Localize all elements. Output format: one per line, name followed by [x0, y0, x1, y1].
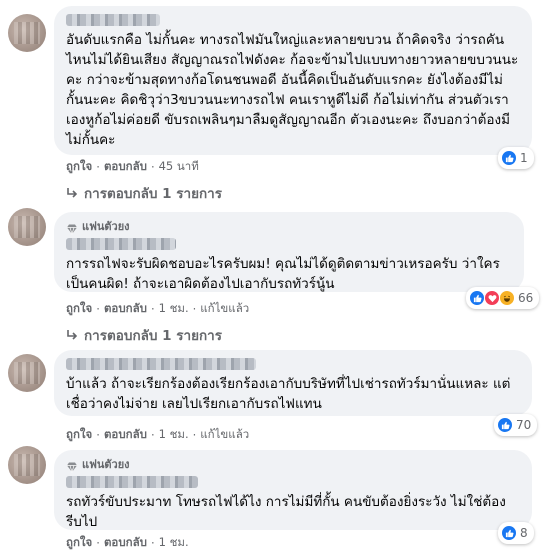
laughing-face-icon — [499, 290, 515, 306]
top-fan-badge: แฟนตัวยง — [66, 218, 512, 236]
reaction-count: 66 — [518, 291, 534, 305]
reaction-summary[interactable]: 1 — [498, 147, 534, 169]
reply-arrow-icon — [66, 329, 78, 341]
comment-bubble: แฟนตัวยง รถทัวร์ขับประมาท โทษรถไฟได้ไง ก… — [54, 450, 532, 530]
comment-actions: ถูกใจ · ตอบกลับ · 1 ชม. · แก้ไขแล้ว — [66, 426, 249, 444]
top-fan-badge: แฟนตัวยง — [66, 456, 520, 474]
comment-text: อันดับแรกคือ ไม่กั้นคะ ทางรถไฟมันใหญ่และ… — [66, 32, 519, 148]
comment-bubble: แฟนตัวยง การรถไฟจะรับผิดชอบอะไรครับผม! ค… — [54, 212, 524, 292]
separator-dot: · — [96, 160, 100, 174]
comment-actions: ถูกใจ · ตอบกลับ · 1 ชม. — [66, 534, 189, 551]
like-button[interactable]: ถูกใจ — [66, 426, 92, 444]
commenter-name-blurred[interactable] — [66, 14, 160, 26]
comment-bubble: อันดับแรกคือ ไม่กั้นคะ ทางรถไฟมันใหญ่และ… — [54, 6, 532, 155]
reaction-count: 70 — [516, 418, 532, 432]
like-button[interactable]: ถูกใจ — [66, 158, 92, 176]
diamond-gem-icon — [66, 458, 78, 474]
reaction-summary[interactable]: 70 — [494, 414, 538, 436]
edited-label: แก้ไขแล้ว — [200, 427, 250, 441]
reply-button[interactable]: ตอบกลับ — [104, 300, 147, 318]
comment-text: รถทัวร์ขับประมาท โทษรถไฟได้ไง การไม่มีที… — [66, 494, 506, 530]
reply-arrow-icon — [66, 187, 78, 199]
thumbs-up-icon — [501, 150, 517, 166]
reply-button[interactable]: ตอบกลับ — [104, 426, 147, 444]
replies-count-label: การตอบกลับ 1 รายการ — [84, 186, 223, 202]
separator-dot: · — [150, 160, 155, 174]
comment-timestamp[interactable]: 1 ชม. — [159, 534, 189, 551]
commenter-name-blurred[interactable] — [66, 238, 176, 250]
reply-button[interactable]: ตอบกลับ — [104, 534, 147, 551]
comment-timestamp[interactable]: 45 นาที — [159, 158, 199, 176]
separator-dot: · — [150, 428, 155, 442]
comment-actions: ถูกใจ · ตอบกลับ · 1 ชม. · แก้ไขแล้ว — [66, 300, 249, 318]
like-button[interactable]: ถูกใจ — [66, 300, 92, 318]
reaction-summary[interactable]: 8 — [498, 522, 534, 544]
replies-count-label: การตอบกลับ 1 รายการ — [84, 328, 223, 344]
comment-timestamp[interactable]: 1 ชม. — [159, 426, 189, 444]
view-replies-link[interactable]: การตอบกลับ 1 รายการ — [66, 324, 222, 346]
avatar[interactable] — [8, 446, 46, 484]
commenter-name-blurred[interactable] — [66, 358, 256, 370]
reaction-summary[interactable]: 66 — [466, 287, 540, 309]
commenter-name-blurred[interactable] — [66, 476, 198, 488]
top-fan-label: แฟนตัวยง — [82, 458, 130, 471]
avatar[interactable] — [8, 208, 46, 246]
avatar[interactable] — [8, 354, 46, 392]
comment-text: บ้าแล้ว ถ้าจะเรียกร้องต้องเรียกร้องเอากั… — [66, 376, 511, 412]
diamond-gem-icon — [66, 220, 78, 236]
view-replies-link[interactable]: การตอบกลับ 1 รายการ — [66, 182, 222, 204]
like-button[interactable]: ถูกใจ — [66, 534, 92, 551]
comment-timestamp[interactable]: 1 ชม. — [159, 300, 189, 318]
separator-dot: · — [192, 428, 197, 442]
reply-button[interactable]: ตอบกลับ — [104, 158, 147, 176]
heart-icon — [484, 290, 500, 306]
separator-dot: · — [96, 536, 100, 550]
reaction-count: 1 — [520, 151, 528, 165]
separator-dot: · — [150, 302, 155, 316]
thumbs-up-icon — [497, 417, 513, 433]
top-fan-label: แฟนตัวยง — [82, 220, 130, 233]
separator-dot: · — [192, 302, 197, 316]
comment-bubble: บ้าแล้ว ถ้าจะเรียกร้องต้องเรียกร้องเอากั… — [54, 350, 532, 416]
avatar[interactable] — [8, 14, 46, 52]
edited-label: แก้ไขแล้ว — [200, 301, 250, 315]
comment-text: การรถไฟจะรับผิดชอบอะไรครับผม! คุณไม่ได้ด… — [66, 256, 500, 292]
separator-dot: · — [96, 302, 100, 316]
thumbs-up-icon — [469, 290, 485, 306]
separator-dot: · — [150, 536, 155, 550]
thumbs-up-icon — [501, 525, 517, 541]
comment-actions: ถูกใจ · ตอบกลับ · 45 นาที — [66, 158, 199, 176]
reaction-count: 8 — [520, 526, 528, 540]
separator-dot: · — [96, 428, 100, 442]
